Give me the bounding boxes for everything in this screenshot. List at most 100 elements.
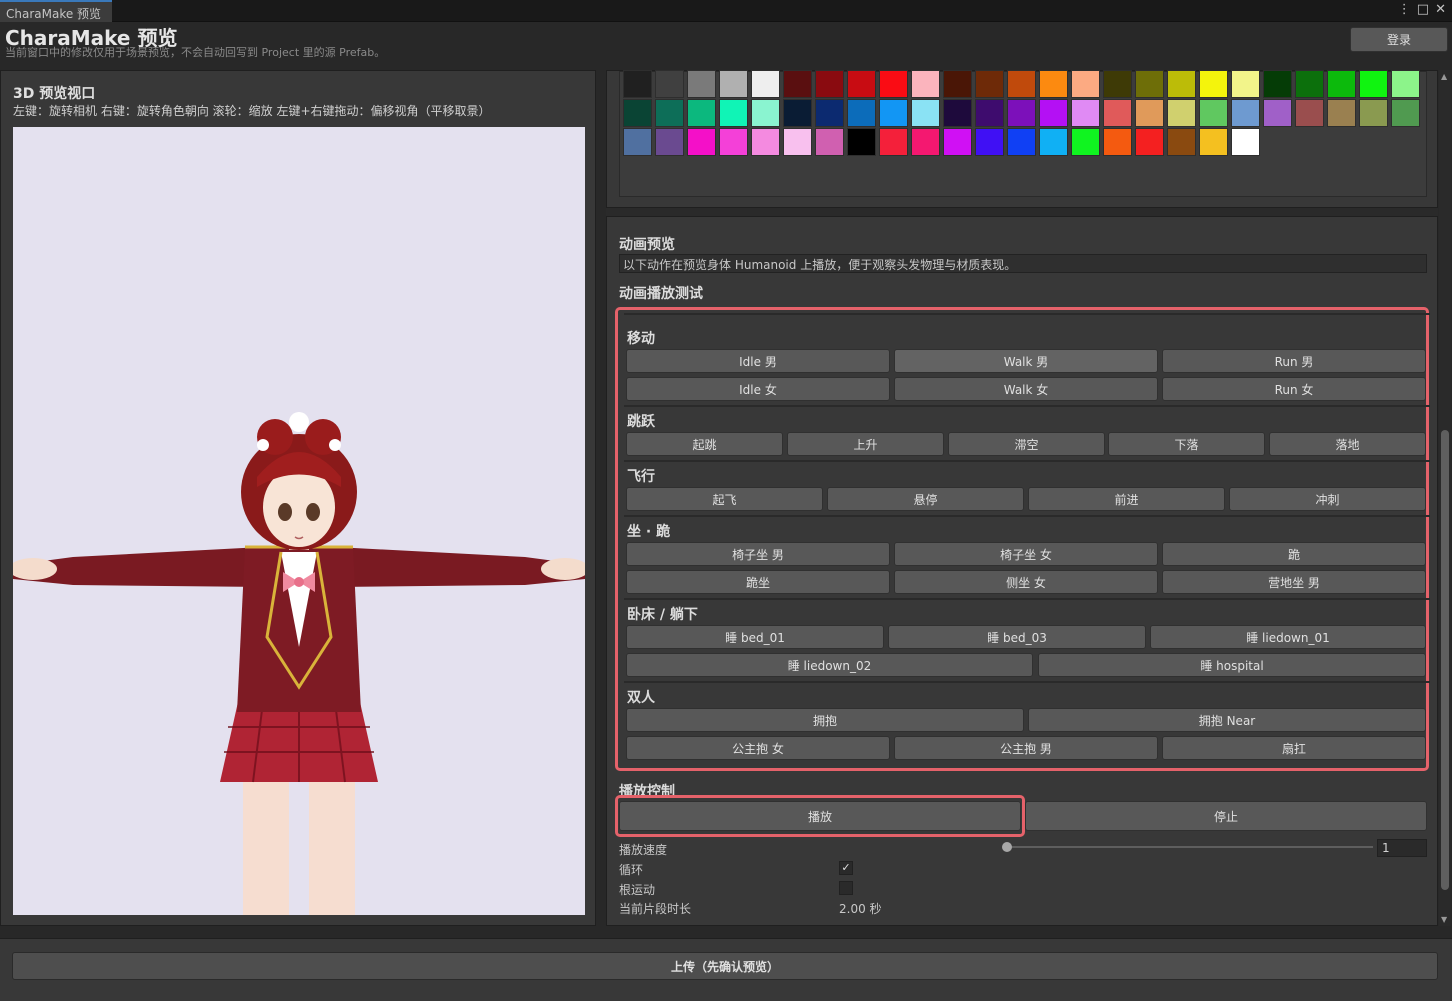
color-swatch[interactable] — [623, 128, 652, 156]
anim-button-idle-male[interactable]: Idle 男 — [626, 349, 890, 373]
login-button[interactable]: 登录 — [1350, 27, 1448, 52]
color-swatch[interactable] — [1295, 70, 1324, 98]
color-swatch[interactable] — [687, 99, 716, 127]
color-swatch[interactable] — [1167, 70, 1196, 98]
color-swatch[interactable] — [1039, 70, 1068, 98]
color-swatch[interactable] — [1391, 70, 1420, 98]
color-swatch[interactable] — [1135, 99, 1164, 127]
color-swatch[interactable] — [655, 99, 684, 127]
color-swatch[interactable] — [879, 99, 908, 127]
color-swatch[interactable] — [943, 70, 972, 98]
speed-slider-handle[interactable] — [1002, 842, 1012, 852]
color-swatch[interactable] — [1199, 70, 1228, 98]
anim-button-jump-rise[interactable]: 上升 — [787, 432, 944, 456]
color-swatch[interactable] — [1263, 99, 1292, 127]
anim-button-idle-female[interactable]: Idle 女 — [626, 377, 890, 401]
anim-button-fly-takeoff[interactable]: 起飞 — [626, 487, 823, 511]
color-swatch[interactable] — [1167, 128, 1196, 156]
color-swatch[interactable] — [943, 128, 972, 156]
close-icon[interactable]: ✕ — [1435, 2, 1446, 17]
color-swatch[interactable] — [1231, 128, 1260, 156]
color-swatch[interactable] — [1071, 128, 1100, 156]
anim-button-jump-start[interactable]: 起跳 — [626, 432, 783, 456]
color-swatch[interactable] — [879, 128, 908, 156]
anim-button-sleep-bed01[interactable]: 睡 bed_01 — [626, 625, 884, 649]
color-swatch[interactable] — [911, 128, 940, 156]
color-swatch[interactable] — [1359, 99, 1388, 127]
anim-button-walk-female[interactable]: Walk 女 — [894, 377, 1158, 401]
color-swatch[interactable] — [1199, 128, 1228, 156]
anim-button-chair-sit-male[interactable]: 椅子坐 男 — [626, 542, 890, 566]
root-motion-checkbox[interactable] — [839, 881, 853, 895]
color-swatch[interactable] — [1039, 128, 1068, 156]
color-swatch[interactable] — [911, 70, 940, 98]
anim-button-shoulder-carry[interactable]: 扇扛 — [1162, 736, 1426, 760]
upload-button[interactable]: 上传（先确认预览） — [12, 952, 1438, 980]
anim-button-fly-forward[interactable]: 前进 — [1028, 487, 1225, 511]
color-swatch[interactable] — [751, 70, 780, 98]
color-swatch[interactable] — [975, 99, 1004, 127]
anim-button-kneel[interactable]: 跪 — [1162, 542, 1426, 566]
color-swatch[interactable] — [655, 128, 684, 156]
anim-button-jump-air[interactable]: 滞空 — [948, 432, 1105, 456]
color-swatch[interactable] — [1231, 99, 1260, 127]
color-swatch[interactable] — [847, 99, 876, 127]
color-swatch[interactable] — [1135, 128, 1164, 156]
color-swatch[interactable] — [783, 99, 812, 127]
color-swatch[interactable] — [1007, 70, 1036, 98]
color-swatch[interactable] — [1103, 128, 1132, 156]
anim-button-sleep-liedown01[interactable]: 睡 liedown_01 — [1150, 625, 1426, 649]
color-swatch[interactable] — [1391, 99, 1420, 127]
color-swatch[interactable] — [815, 99, 844, 127]
color-swatch[interactable] — [1359, 70, 1388, 98]
color-swatch[interactable] — [719, 99, 748, 127]
anim-button-princess-carry-male[interactable]: 公主抱 男 — [894, 736, 1158, 760]
anim-button-side-sit-female[interactable]: 侧坐 女 — [894, 570, 1158, 594]
vertical-dots-icon[interactable]: ⋮ — [1398, 2, 1411, 17]
color-swatch[interactable] — [975, 70, 1004, 98]
color-swatch[interactable] — [1071, 70, 1100, 98]
color-swatch[interactable] — [815, 70, 844, 98]
color-swatch[interactable] — [1295, 99, 1324, 127]
color-swatch[interactable] — [623, 70, 652, 98]
color-swatch[interactable] — [943, 99, 972, 127]
color-swatch[interactable] — [1167, 99, 1196, 127]
color-swatch[interactable] — [1327, 99, 1356, 127]
color-swatch[interactable] — [1007, 99, 1036, 127]
scrollbar-thumb[interactable] — [1441, 430, 1449, 890]
scroll-up-icon[interactable]: ▲ — [1441, 72, 1447, 81]
anim-button-sleep-hospital[interactable]: 睡 hospital — [1038, 653, 1426, 677]
color-swatch[interactable] — [1199, 99, 1228, 127]
anim-button-hug[interactable]: 拥抱 — [626, 708, 1024, 732]
3d-viewport[interactable] — [13, 127, 585, 915]
anim-button-sleep-bed03[interactable]: 睡 bed_03 — [888, 625, 1146, 649]
color-swatch[interactable] — [751, 99, 780, 127]
color-swatch[interactable] — [1071, 99, 1100, 127]
color-swatch[interactable] — [1103, 70, 1132, 98]
anim-button-walk-male[interactable]: Walk 男 — [894, 349, 1158, 373]
color-swatch[interactable] — [847, 70, 876, 98]
right-scrollbar[interactable]: ▲ ▼ — [1439, 70, 1451, 926]
color-swatch[interactable] — [975, 128, 1004, 156]
color-swatch[interactable] — [911, 99, 940, 127]
anim-button-princess-carry-female[interactable]: 公主抱 女 — [626, 736, 890, 760]
color-swatch[interactable] — [1231, 70, 1260, 98]
speed-slider-track[interactable] — [1011, 846, 1373, 848]
anim-button-jump-fall[interactable]: 下落 — [1108, 432, 1265, 456]
color-swatch[interactable] — [815, 128, 844, 156]
color-swatch[interactable] — [1039, 99, 1068, 127]
anim-button-fly-hover[interactable]: 悬停 — [827, 487, 1024, 511]
anim-button-fly-dash[interactable]: 冲刺 — [1229, 487, 1426, 511]
scroll-down-icon[interactable]: ▼ — [1441, 915, 1447, 924]
color-swatch[interactable] — [719, 70, 748, 98]
color-swatch[interactable] — [783, 70, 812, 98]
loop-checkbox[interactable]: ✓ — [839, 861, 853, 875]
anim-button-jump-land[interactable]: 落地 — [1269, 432, 1426, 456]
color-swatch[interactable] — [1327, 70, 1356, 98]
color-swatch[interactable] — [719, 128, 748, 156]
anim-button-camp-sit-male[interactable]: 营地坐 男 — [1162, 570, 1426, 594]
color-swatch[interactable] — [623, 99, 652, 127]
color-swatch[interactable] — [751, 128, 780, 156]
color-swatch[interactable] — [1007, 128, 1036, 156]
color-swatch[interactable] — [1103, 99, 1132, 127]
